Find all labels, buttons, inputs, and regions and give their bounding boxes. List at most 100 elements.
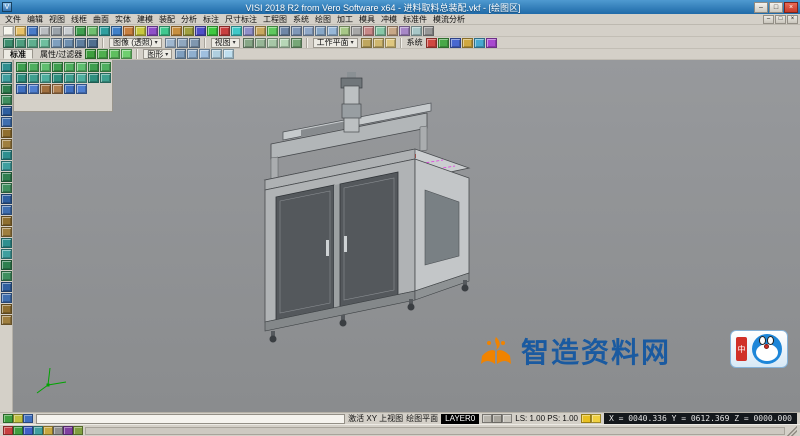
draw-plane-label[interactable]: 绘图平面 (406, 413, 438, 424)
strip-arc-icon[interactable] (1, 95, 12, 105)
strip-pattern-icon[interactable] (1, 249, 12, 259)
s2-green-icon[interactable] (13, 426, 23, 435)
render-mode-dropdown[interactable]: 图像 (透照) ▾ (109, 38, 162, 48)
menu-item[interactable]: 模流分析 (430, 14, 468, 25)
sel-invert-icon[interactable] (88, 62, 99, 72)
graphics-edge-icon[interactable] (187, 49, 198, 59)
sel-clear-icon[interactable] (100, 62, 111, 72)
doraemon-sticker[interactable]: 中 (730, 330, 788, 368)
layers-icon[interactable] (267, 26, 278, 36)
graphics-dropdown[interactable]: 图形 ▾ (143, 49, 172, 59)
strip-trim-icon[interactable] (1, 150, 12, 160)
refresh-icon[interactable] (291, 38, 302, 48)
cut-icon[interactable] (51, 26, 62, 36)
strip-measure-icon[interactable] (1, 304, 12, 314)
grp-show-icon[interactable] (52, 84, 63, 94)
graphics-aa-icon[interactable] (223, 49, 234, 59)
flt-dim-icon[interactable] (100, 73, 111, 83)
view-iso-icon[interactable] (279, 26, 290, 36)
move-tool-icon[interactable] (207, 26, 218, 36)
lamp-icon[interactable] (591, 414, 601, 423)
mdi-minimize-button[interactable]: – (763, 15, 774, 24)
menu-item[interactable]: 工程图 (260, 14, 290, 25)
strip-info-icon[interactable] (1, 315, 12, 325)
measure-tool-icon[interactable] (255, 26, 266, 36)
copy-icon[interactable] (63, 26, 74, 36)
light-toggle-icon[interactable] (581, 414, 591, 423)
solid-tool-icon[interactable] (171, 26, 182, 36)
grp-edit-icon[interactable] (28, 84, 39, 94)
system-yellow-icon[interactable] (462, 38, 473, 48)
layer-badge[interactable]: LAYER0 (441, 414, 479, 424)
menu-item[interactable]: 装配 (156, 14, 178, 25)
flt-curve-icon[interactable] (52, 73, 63, 83)
mirror-tool-icon[interactable] (195, 26, 206, 36)
menu-item[interactable]: 模具 (356, 14, 378, 25)
view-top-icon[interactable] (291, 26, 302, 36)
workplane-align-icon[interactable] (385, 38, 396, 48)
snap-grid-icon[interactable] (51, 38, 62, 48)
analysis-icon[interactable] (375, 26, 386, 36)
cam-icon[interactable] (387, 26, 398, 36)
flt-line-icon[interactable] (28, 73, 39, 83)
grp-hide-icon[interactable] (40, 84, 51, 94)
strip-mirror-icon[interactable] (1, 194, 12, 204)
zoom-fit-icon[interactable] (267, 38, 278, 48)
menu-item[interactable]: 尺寸标注 (222, 14, 260, 25)
workplane-xy-icon[interactable] (361, 38, 372, 48)
strip-solid-icon[interactable] (1, 139, 12, 149)
view-front-icon[interactable] (303, 26, 314, 36)
render-wire-icon[interactable] (177, 38, 188, 48)
layer-lock-icon[interactable] (482, 414, 492, 423)
render-hidden-icon[interactable] (189, 38, 200, 48)
s2-olive-icon[interactable] (73, 426, 83, 435)
arc-tool-icon[interactable] (123, 26, 134, 36)
strip-line-icon[interactable] (1, 84, 12, 94)
s2-blue-icon[interactable] (23, 426, 33, 435)
tab-standard[interactable]: 标准 (3, 49, 33, 59)
maximize-button[interactable]: □ (769, 2, 783, 13)
redo-icon[interactable] (87, 26, 98, 36)
mdi-restore-button[interactable]: □ (775, 15, 786, 24)
layer-vis-icon[interactable] (492, 414, 502, 423)
flt-point-icon[interactable] (16, 73, 27, 83)
select-icon[interactable] (3, 38, 14, 48)
file-save-icon[interactable] (27, 26, 38, 36)
strip-chamfer-icon[interactable] (1, 172, 12, 182)
strip-fillet-icon[interactable] (1, 161, 12, 171)
grp-new-icon[interactable] (16, 84, 27, 94)
sel-all-icon[interactable] (16, 62, 27, 72)
system-green-icon[interactable] (438, 38, 449, 48)
s2-purple-icon[interactable] (63, 426, 73, 435)
undo-icon[interactable] (75, 26, 86, 36)
menu-item[interactable]: 标注 (200, 14, 222, 25)
strip-boolean-icon[interactable] (1, 260, 12, 270)
trim-tool-icon[interactable] (183, 26, 194, 36)
strip-select-icon[interactable] (1, 62, 12, 72)
strip-rotate-icon[interactable] (1, 216, 12, 226)
minimize-button[interactable]: – (754, 2, 768, 13)
snap-end-icon[interactable] (63, 38, 74, 48)
view-dropdown[interactable]: 视图 ▾ (211, 38, 240, 48)
sel-window-icon[interactable] (28, 62, 39, 72)
sel-layer-icon[interactable] (64, 62, 75, 72)
wireframe-view-icon[interactable] (351, 26, 362, 36)
graphics-shade-icon[interactable] (175, 49, 186, 59)
scale-tool-icon[interactable] (231, 26, 242, 36)
cad-viewport[interactable] (13, 60, 800, 412)
system-blue-icon[interactable] (450, 38, 461, 48)
layer-new-icon[interactable] (502, 414, 512, 423)
s2-red-icon[interactable] (3, 426, 13, 435)
select-box-icon[interactable] (15, 38, 26, 48)
system-cyan-icon[interactable] (474, 38, 485, 48)
menu-item[interactable]: 标准件 (400, 14, 430, 25)
menu-item[interactable]: 分析 (178, 14, 200, 25)
print-icon[interactable] (39, 26, 50, 36)
grp-lock-icon[interactable] (64, 84, 75, 94)
menu-item[interactable]: 文件 (2, 14, 24, 25)
menu-item[interactable]: 系统 (290, 14, 312, 25)
view-prev-icon[interactable] (243, 38, 254, 48)
grp-props-icon[interactable] (76, 84, 87, 94)
strip-circle-icon[interactable] (1, 106, 12, 116)
active-view-label[interactable]: 激活 XY 上视图 (348, 413, 403, 424)
